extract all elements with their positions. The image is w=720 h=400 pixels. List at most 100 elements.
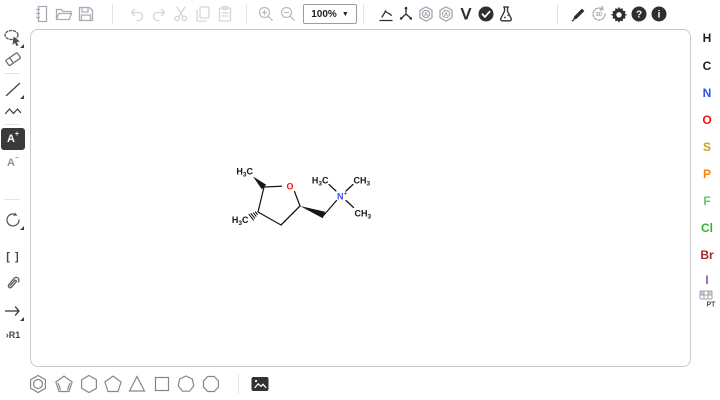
rotate-tool[interactable] [1,209,25,231]
toolbar-divider [238,374,239,394]
three-d-label: 3D [595,12,602,18]
cyclopropane-icon [125,372,149,396]
periodic-table-label: PT [707,302,717,309]
atom-button-p[interactable]: P [696,164,718,184]
toolbar-divider [4,73,20,74]
periodic-table-button[interactable]: PT [696,287,718,311]
undo-icon [127,4,147,24]
s-group-brackets: [ ] [6,251,19,263]
molecule-labels: H3C H3C O N+ H3C CH3 CH3 [232,167,372,228]
template-cyclopropane[interactable] [124,371,150,397]
template-cyclopentane[interactable] [100,371,126,397]
atom-button-o[interactable]: O [696,110,718,130]
charge-plus-tool[interactable]: A+ [1,128,25,150]
molecule-structure[interactable]: H3C H3C O N+ H3C CH3 CH3 [31,30,691,367]
clean-up-button[interactable] [396,2,416,26]
atom-symbol: S [703,140,711,154]
open-icon [54,4,74,24]
aromatize-button[interactable]: A [416,2,436,26]
zoom-level-dropdown[interactable]: 100% ▼ [303,4,357,24]
atom-symbol: Cl [701,221,713,235]
layout-button[interactable] [376,2,396,26]
atom-symbol: P [703,167,711,181]
r-group-label: ›R1 [6,330,21,340]
check-structure-button[interactable] [476,2,496,26]
copy-button[interactable] [192,2,214,26]
about-glyph: i [658,10,661,21]
atom-symbol: H [703,31,712,45]
atom-button-s[interactable]: S [696,137,718,157]
calculated-values-button[interactable] [496,2,516,26]
dropdown-corner [20,226,24,230]
s-group-tool[interactable]: [ ] [1,246,25,268]
paste-button[interactable] [214,2,236,26]
zoom-in-button[interactable] [255,2,277,26]
dropdown-corner [20,95,24,99]
redo-icon [149,4,169,24]
edit-group [126,2,236,26]
reaction-arrow-tool[interactable] [1,300,25,322]
three-d-viewer-button[interactable]: 3D [589,2,609,26]
about-button[interactable]: i [649,2,669,26]
open-button[interactable] [53,2,75,26]
atom-button-h[interactable]: H [696,28,718,48]
template-cyclopentadiene[interactable] [51,371,77,397]
r-group-label-tool[interactable]: ›R1 [1,324,25,346]
toolbar-divider [112,4,113,24]
dearomatize-button[interactable]: A [436,2,456,26]
settings-button[interactable] [609,2,629,26]
aromatize-icon: A [416,4,436,24]
zoom-out-button[interactable] [277,2,299,26]
save-icon [76,4,96,24]
erase-tool[interactable] [1,48,25,70]
calculate-cip-icon [456,4,476,24]
help-button[interactable]: ? [629,2,649,26]
new-document-button[interactable] [31,2,53,26]
benzene-icon [26,372,50,396]
file-group [31,2,97,26]
zoom-group: 100% ▼ [255,2,361,26]
cut-button[interactable] [170,2,192,26]
template-cyclobutane[interactable] [149,371,175,397]
charge-minus-tool[interactable]: A− [1,152,25,174]
charge-minus-sign: − [15,155,19,162]
atom-button-n[interactable]: N [696,83,718,103]
template-cycloheptane[interactable] [173,371,199,397]
copy-icon [193,4,213,24]
paste-icon [215,4,235,24]
atom-button-c[interactable]: C [696,56,718,76]
redo-button[interactable] [148,2,170,26]
3d-viewer-icon: 3D [589,4,609,24]
help-glyph: ? [636,10,642,21]
charge-minus-letter: A [7,158,15,169]
template-cyclohexane[interactable] [76,371,102,397]
hash-wedge-bond [249,212,257,220]
save-button[interactable] [75,2,97,26]
undo-button[interactable] [126,2,148,26]
atom-button-br[interactable]: Br [696,245,718,265]
atom-symbol: O [702,113,711,127]
chain-tool[interactable] [1,100,25,122]
drawing-canvas[interactable]: H3C H3C O N+ H3C CH3 CH3 [30,29,691,367]
toolbar-divider [363,4,364,24]
recognize-button[interactable] [569,2,589,26]
dearomatize-letter: A [444,12,448,18]
template-library-icon [248,372,272,396]
atom-button-f[interactable]: F [696,191,718,211]
lasso-selection-tool[interactable] [1,27,25,49]
help-icon: ? [629,4,649,24]
template-cyclooctane[interactable] [198,371,224,397]
cyclooctane-icon [199,372,223,396]
cut-icon [171,4,191,24]
calculated-values-icon [496,4,516,24]
single-bond-tool[interactable] [1,78,25,100]
template-benzene[interactable] [25,371,51,397]
atom-symbol: N [703,86,712,100]
cycloheptane-icon [174,372,198,396]
attach-tool[interactable] [1,273,25,295]
template-library-button[interactable] [247,371,273,397]
calculate-cip-button[interactable] [456,2,476,26]
atom-symbol: Br [700,248,713,262]
zoom-in-icon [256,4,276,24]
atom-button-cl[interactable]: Cl [696,218,718,238]
